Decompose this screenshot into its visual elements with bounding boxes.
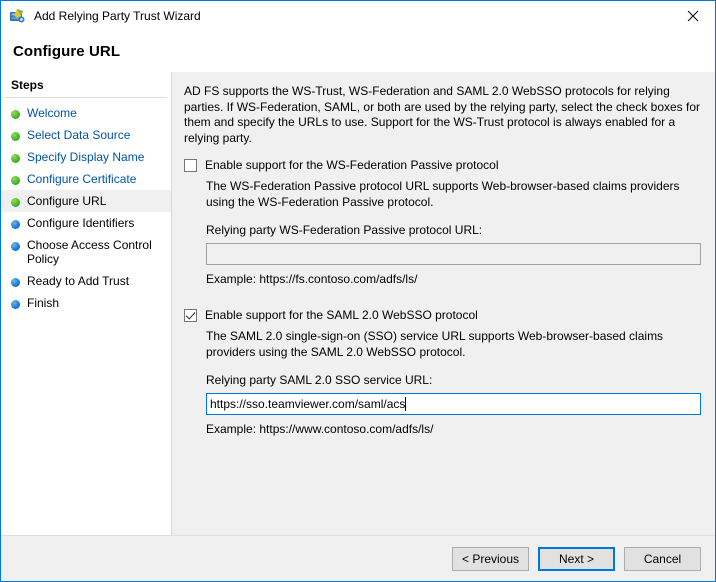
sidebar-item-choose-access-control-policy: Choose Access Control Policy	[1, 234, 171, 270]
intro-paragraph: AD FS supports the WS-Trust, WS-Federati…	[184, 84, 701, 145]
sidebar-item-finish: Finish	[1, 292, 171, 314]
title-bar: Add Relying Party Trust Wizard	[1, 1, 715, 31]
cancel-button[interactable]: Cancel	[624, 546, 701, 571]
step-bullet-icon	[11, 176, 20, 185]
wsfed-checkbox[interactable]	[184, 158, 197, 172]
saml-url-label: Relying party SAML 2.0 SSO service URL:	[206, 373, 433, 387]
saml-checkbox-row[interactable]: Enable support for the SAML 2.0 WebSSO p…	[184, 308, 701, 322]
wsfed-description: The WS-Federation Passive protocol URL s…	[206, 179, 680, 209]
sidebar-item-label: Configure URL	[27, 194, 107, 208]
step-bullet-icon	[11, 198, 20, 207]
sidebar-item-label: Specify Display Name	[27, 150, 145, 164]
sidebar-item-welcome[interactable]: Welcome	[1, 102, 171, 124]
saml-checkbox-label: Enable support for the SAML 2.0 WebSSO p…	[205, 308, 478, 322]
previous-button[interactable]: < Previous	[452, 546, 529, 571]
step-bullet-icon	[11, 242, 20, 251]
saml-example: Example: https://www.contoso.com/adfs/ls…	[206, 422, 434, 436]
adfs-wizard-icon	[9, 8, 26, 25]
step-bullet-icon	[11, 220, 20, 229]
sidebar-item-label: Welcome	[27, 106, 77, 120]
sidebar-item-label: Finish	[27, 296, 60, 310]
steps-divider	[5, 97, 167, 98]
wizard-window: Add Relying Party Trust Wizard Configure…	[0, 0, 716, 582]
steps-heading: Steps	[11, 78, 44, 92]
sidebar-item-label: Configure Certificate	[27, 172, 137, 186]
sidebar-item-configure-identifiers: Configure Identifiers	[1, 212, 171, 234]
content-panel: AD FS supports the WS-Trust, WS-Federati…	[172, 72, 715, 575]
wsfed-url-label: Relying party WS-Federation Passive prot…	[206, 223, 483, 237]
step-bullet-icon	[11, 300, 20, 309]
window-title: Add Relying Party Trust Wizard	[34, 9, 201, 23]
sidebar-item-label: Configure Identifiers	[27, 216, 135, 230]
wsfed-section: The WS-Federation Passive protocol URL s…	[184, 179, 701, 286]
page-header: Configure URL	[1, 31, 715, 72]
step-bullet-icon	[11, 154, 20, 163]
step-bullet-icon	[11, 132, 20, 141]
saml-section: The SAML 2.0 single-sign-on (SSO) servic…	[184, 329, 701, 436]
wsfed-checkbox-label: Enable support for the WS-Federation Pas…	[205, 158, 499, 172]
sidebar-item-label: Select Data Source	[27, 128, 131, 142]
sidebar-item-label: Ready to Add Trust	[27, 274, 130, 288]
sidebar-item-ready-to-add-trust: Ready to Add Trust	[1, 270, 171, 292]
step-bullet-icon	[11, 110, 20, 119]
saml-description: The SAML 2.0 single-sign-on (SSO) servic…	[206, 329, 664, 359]
step-bullet-icon	[11, 278, 20, 287]
wizard-body: Steps Welcome Select Data Source Specify…	[1, 72, 715, 575]
sidebar-item-select-data-source[interactable]: Select Data Source	[1, 124, 171, 146]
page-title: Configure URL	[13, 43, 121, 60]
sidebar-item-configure-url[interactable]: Configure URL	[1, 190, 171, 212]
wsfed-checkbox-row[interactable]: Enable support for the WS-Federation Pas…	[184, 158, 701, 172]
sidebar-item-specify-display-name[interactable]: Specify Display Name	[1, 146, 171, 168]
text-caret	[405, 397, 407, 411]
sidebar-item-label: Choose Access Control Policy	[27, 238, 152, 266]
next-button[interactable]: Next >	[538, 546, 615, 571]
wsfed-url-input[interactable]	[206, 243, 701, 265]
saml-url-input[interactable]: https://sso.teamviewer.com/saml/acs	[206, 393, 701, 415]
button-bar: < Previous Next > Cancel	[1, 535, 715, 581]
saml-url-value: https://sso.teamviewer.com/saml/acs	[210, 397, 406, 411]
wsfed-example: Example: https://fs.contoso.com/adfs/ls/	[206, 272, 418, 286]
close-icon[interactable]	[670, 1, 715, 30]
sidebar-item-configure-certificate[interactable]: Configure Certificate	[1, 168, 171, 190]
saml-checkbox[interactable]	[184, 308, 197, 322]
steps-sidebar: Steps Welcome Select Data Source Specify…	[1, 72, 171, 575]
